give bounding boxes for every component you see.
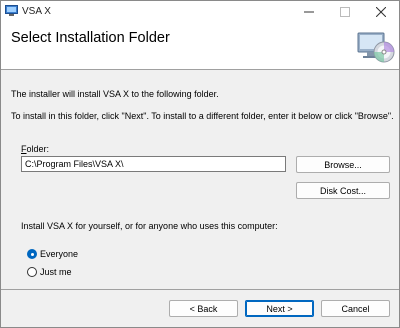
just-me-radio[interactable]: [27, 267, 37, 277]
everyone-radio-label[interactable]: Everyone: [40, 249, 78, 259]
back-button[interactable]: < Back: [169, 300, 238, 317]
disk-cost-button[interactable]: Disk Cost...: [296, 182, 390, 199]
radio-selected-dot: [30, 252, 34, 256]
intro-text: The installer will install VSA X to the …: [11, 89, 219, 99]
maximize-button[interactable]: [327, 1, 363, 23]
close-button[interactable]: [363, 1, 399, 23]
minimize-icon: [304, 11, 314, 13]
installer-disc-icon: [357, 32, 395, 63]
dialog-header: Select Installation Folder: [1, 23, 399, 70]
folder-label-rest: older:: [26, 144, 50, 154]
next-button[interactable]: Next >: [245, 300, 314, 317]
close-icon: [376, 7, 386, 17]
footer-divider: [1, 289, 399, 290]
maximize-icon: [340, 7, 350, 17]
just-me-radio-label[interactable]: Just me: [40, 267, 72, 277]
minimize-button[interactable]: [291, 1, 327, 23]
instruction-text: To install in this folder, click "Next".…: [11, 111, 394, 121]
title-bar[interactable]: VSA X: [1, 1, 399, 23]
cancel-button[interactable]: Cancel: [321, 300, 390, 317]
folder-path-input[interactable]: [21, 156, 286, 172]
app-icon: [5, 5, 18, 16]
browse-button[interactable]: Browse...: [296, 156, 390, 173]
everyone-radio[interactable]: [27, 249, 37, 259]
install-for-label: Install VSA X for yourself, or for anyon…: [21, 221, 278, 231]
window-title: VSA X: [22, 6, 51, 17]
folder-label: Folder:: [21, 144, 49, 154]
page-title: Select Installation Folder: [11, 30, 170, 46]
installer-window: VSA X Select Installation Folder The ins…: [0, 0, 400, 328]
